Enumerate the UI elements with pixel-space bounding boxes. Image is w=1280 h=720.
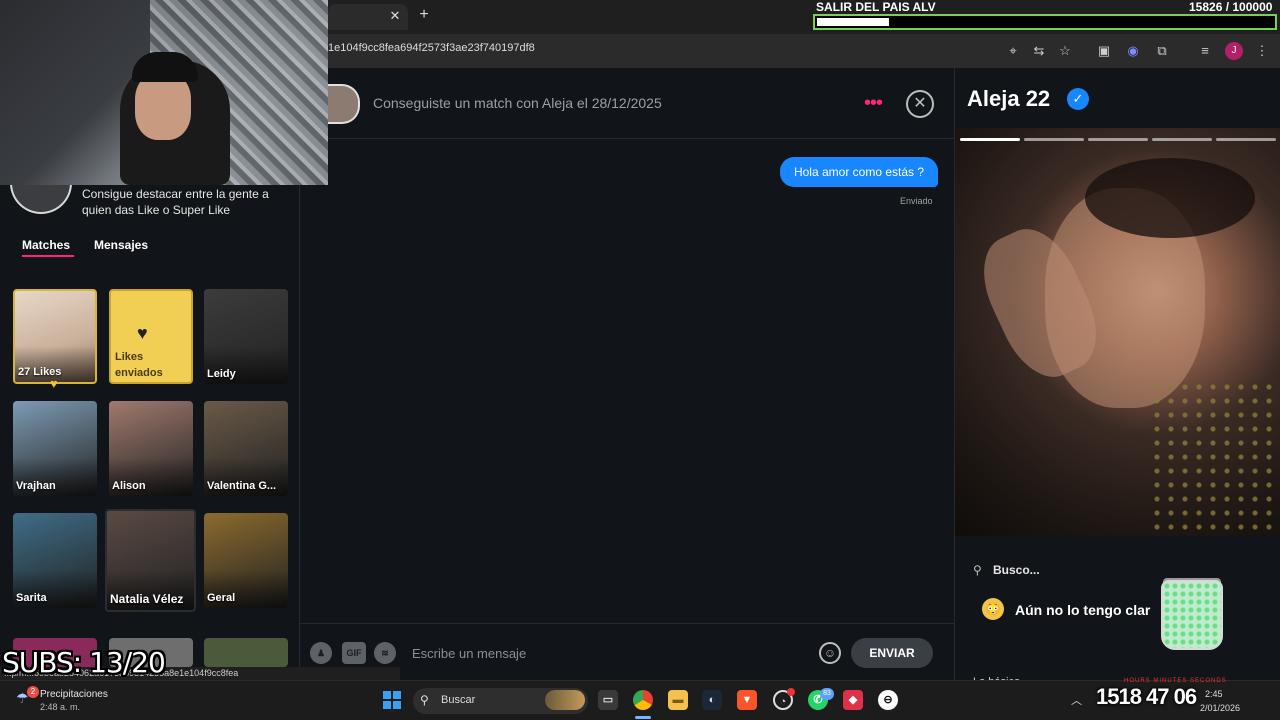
goal-progress-bar [813,14,1277,30]
chrome-icon[interactable] [633,690,653,710]
photo-progress-segment[interactable] [1088,138,1148,141]
search-highlight-image [545,690,585,710]
app-circle-icon[interactable]: ⊖ [878,690,898,710]
location-icon[interactable]: ⌖ [1004,42,1022,60]
cast-icon[interactable]: ⇆ [1030,42,1048,60]
whatsapp-badge: 83 [820,688,834,700]
likes-sent-label: Likes enviados [115,351,163,379]
likes-card[interactable]: 27 Likes [13,289,97,384]
emoji-icon[interactable]: ☺ [819,642,841,664]
notification-dot [787,688,795,696]
promo-text: Consigue destacar entre la gente a quien… [82,187,269,217]
tab-messages[interactable]: Mensajes [94,238,148,252]
subs-counter: SUBS: 13/20 [2,646,166,679]
extensions-puzzle-icon[interactable]: ⧉ [1153,42,1171,60]
file-explorer-icon[interactable]: ▬ [668,690,688,710]
gold-heart-icon: ♥ [50,376,58,391]
profile-avatar[interactable]: J [1225,42,1243,60]
photo-progress-segment[interactable] [1024,138,1084,141]
match-name: Valentina G... [207,480,277,492]
photo-progress-segment[interactable] [1216,138,1276,141]
tab-matches[interactable]: Matches [22,238,70,252]
send-button[interactable]: ENVIAR [851,638,933,668]
match-name: Vrajhan [16,480,56,492]
match-card[interactable]: Geral [204,513,288,608]
heart-icon: ♥ [137,323,148,343]
media-control-icon[interactable]: ≡ [1196,42,1214,60]
gif-button[interactable]: GIF [342,642,366,664]
divider [300,138,954,139]
message-bubble: Hola amor como estás ? [780,157,938,187]
match-card[interactable]: Vrajhan [13,401,97,496]
tray-date: 2/01/2026 [1200,703,1241,713]
url-text[interactable]: 1e104f9cc8fea694f2573f3ae23f740197df8 [328,42,535,54]
windows-start-icon[interactable] [383,691,401,709]
tray-time: 2:45 [1205,689,1223,699]
goal-label: SALIR DEL PAIS ALV [816,0,936,14]
extension-icon[interactable]: ◉ [1124,42,1142,60]
match-card[interactable]: Sarita [13,513,97,608]
bookmark-star-icon[interactable]: ☆ [1056,42,1074,60]
active-app-indicator [635,716,651,719]
tab-close-icon[interactable]: ✕ [388,8,402,24]
match-name: Natalia Vélez [110,592,184,606]
webcam-overlay [0,0,328,185]
looking-for-label: Busco... [993,563,1040,577]
active-tab-indicator [22,255,74,257]
app-red-icon[interactable]: ◆ [843,690,863,710]
match-name: Leidy [207,368,236,380]
weather-time: 2:48 a. m. [40,702,81,712]
task-view-icon[interactable]: ▭ [598,690,618,710]
match-name: Alison [112,480,146,492]
screenshot-icon[interactable]: ▣ [1095,42,1113,60]
search-icon: ⚲ [973,563,982,577]
match-card[interactable]: Alison [109,401,193,496]
goal-count: 15826 / 100000 [1189,0,1273,14]
match-name: Geral [207,592,236,604]
browser-menu-icon[interactable]: ⋮ [1253,42,1271,60]
message-input[interactable] [412,638,812,668]
match-card[interactable]: Valentina G... [204,401,288,496]
match-avatar[interactable] [326,84,360,124]
weather-title[interactable]: Precipitaciones [40,689,108,700]
weather-badge: 2 [27,686,39,698]
spotify-icon[interactable]: ≋ [374,642,396,664]
message-status: Enviado [900,196,933,206]
flushed-face-icon: 😳 [982,598,1004,620]
jar-overlay-icon [1161,580,1223,650]
match-date-text: Conseguiste un match con Aleja el 28/12/… [373,95,662,111]
brave-icon[interactable]: ▼ [737,690,757,710]
likes-sent-card[interactable]: ♥ Likes enviados [109,289,193,384]
profile-name: Aleja 22 [967,86,1051,111]
search-icon: ⚲ [420,693,429,707]
match-name: Sarita [16,592,47,604]
new-tab-button[interactable]: + [416,6,432,26]
divider [300,623,954,624]
verified-badge-icon: ✓ [1067,88,1089,110]
stream-timer: 1518 47 06 [1096,684,1197,709]
match-card-hovered[interactable]: Natalia Vélez [105,509,196,612]
close-chat-button[interactable]: ✕ [906,90,934,118]
tray-chevron-up-icon[interactable]: ︿ [1071,692,1082,708]
taskbar-search-label: Buscar [441,694,476,706]
match-card[interactable] [204,638,288,667]
match-card[interactable]: Leidy [204,289,288,384]
photo-progress-segment[interactable] [1152,138,1212,141]
goal-progress-fill [817,18,889,26]
looking-for-value: Aún no lo tengo clar [1015,602,1151,618]
profile-share-icon[interactable]: ♟ [310,642,332,664]
more-options-icon[interactable]: ••• [864,92,883,115]
photo-progress-segment[interactable] [960,138,1020,141]
photo-lights [1150,380,1280,530]
steam-icon[interactable]: ◐ [702,690,722,710]
